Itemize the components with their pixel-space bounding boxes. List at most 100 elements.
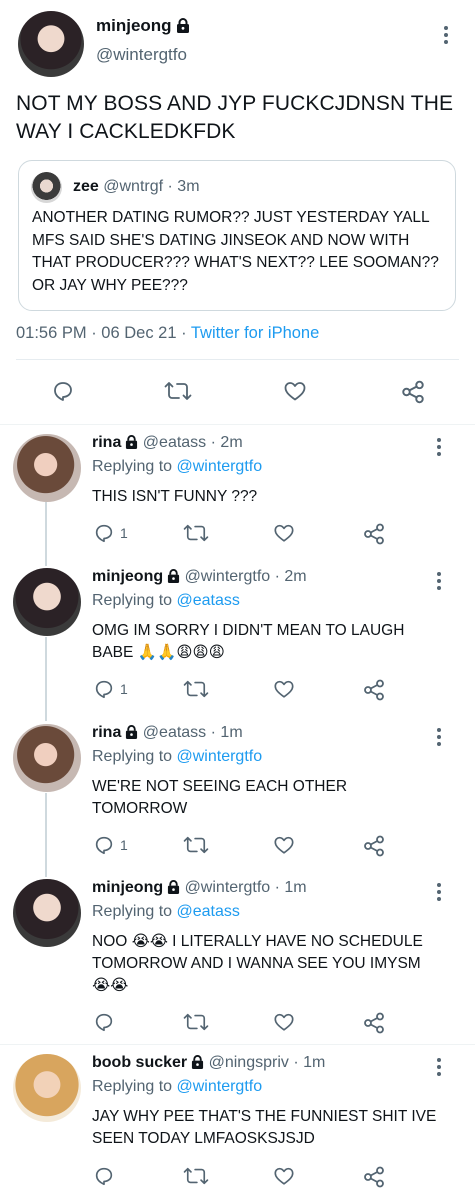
like-button[interactable] <box>272 1165 296 1187</box>
reply-author-handle: @ningspriv <box>208 1054 289 1071</box>
quoted-tweet[interactable]: zee @wntrgf · 3m ANOTHER DATING RUMOR?? … <box>18 160 456 311</box>
more-vertical-icon[interactable] <box>436 883 442 903</box>
like-button[interactable] <box>282 379 308 403</box>
avatar[interactable] <box>13 724 81 792</box>
heart-icon <box>274 1167 294 1185</box>
reply-author-name: boob sucker <box>92 1054 188 1071</box>
reply-author[interactable]: minjeong @wintergtfo · 2m <box>92 568 307 586</box>
replying-to: Replying to @eatass <box>92 592 240 610</box>
share-button[interactable] <box>362 1011 386 1035</box>
reply-time: · 1m <box>293 1054 326 1071</box>
reply-tweet[interactable]: minjeong @wintergtfo · 1m Replying to @e… <box>0 879 475 1035</box>
reply-icon <box>95 1167 113 1186</box>
retweet-button[interactable] <box>183 1165 209 1187</box>
share-button[interactable] <box>400 379 426 405</box>
like-button[interactable] <box>272 1011 296 1033</box>
replying-to-label: Replying to <box>92 458 173 475</box>
replying-to-handle[interactable]: @wintergtfo <box>177 1078 263 1095</box>
reply-tweet[interactable]: rina @eatass · 2m Replying to @wintergtf… <box>0 434 475 554</box>
retweet-icon <box>164 382 192 400</box>
reply-icon <box>95 836 113 855</box>
retweet-icon <box>183 680 209 698</box>
more-vertical-icon[interactable] <box>436 728 442 748</box>
more-vertical-icon[interactable] <box>443 26 449 46</box>
quote-author-handle: @wntrgf <box>103 178 164 195</box>
share-icon <box>364 1166 384 1188</box>
tweet-meta: 01:56 PM · 06 Dec 21 · Twitter for iPhon… <box>16 324 319 343</box>
reply-count: 1 <box>120 525 128 541</box>
avatar[interactable] <box>13 1054 81 1122</box>
reply-author[interactable]: rina @eatass · 2m <box>92 434 243 452</box>
retweet-icon <box>183 1167 209 1185</box>
avatar[interactable] <box>13 434 81 502</box>
reply-author[interactable]: rina @eatass · 1m <box>92 724 243 742</box>
like-button[interactable] <box>272 678 296 700</box>
reply-time: · 2m <box>274 568 307 585</box>
reply-author[interactable]: minjeong @wintergtfo · 1m <box>92 879 307 897</box>
more-vertical-icon[interactable] <box>436 438 442 458</box>
reply-button[interactable] <box>92 1165 116 1187</box>
reply-icon <box>95 1013 113 1032</box>
avatar[interactable] <box>18 11 84 77</box>
divider <box>16 359 459 360</box>
share-button[interactable] <box>362 1165 386 1189</box>
like-button[interactable] <box>272 834 296 856</box>
lock-icon <box>192 1055 204 1069</box>
reply-author-handle: @wintergtfo <box>184 879 271 896</box>
reply-author[interactable]: boob sucker @ningspriv · 1m <box>92 1054 325 1072</box>
replying-to-handle[interactable]: @wintergtfo <box>177 458 263 475</box>
avatar <box>31 172 62 203</box>
quote-text: ANOTHER DATING RUMOR?? JUST YESTERDAY YA… <box>32 209 439 294</box>
retweet-button[interactable] <box>183 834 209 856</box>
author-name-text: minjeong <box>96 16 172 35</box>
reply-author-handle: @eatass <box>142 434 207 451</box>
reply-button[interactable] <box>50 379 76 403</box>
heart-icon <box>274 524 294 542</box>
replying-to-label: Replying to <box>92 748 173 765</box>
reply-tweet[interactable]: rina @eatass · 1m Replying to @wintergtf… <box>0 724 475 864</box>
replying-to-handle[interactable]: @eatass <box>177 903 240 920</box>
reply-time: · 1m <box>210 724 243 741</box>
retweet-button[interactable] <box>183 1011 209 1033</box>
lock-icon <box>168 880 180 894</box>
share-icon <box>402 380 424 404</box>
reply-tweet[interactable]: minjeong @wintergtfo · 2m Replying to @e… <box>0 568 475 708</box>
quote-time: · 3m <box>167 178 200 195</box>
author-handle[interactable]: @wintergtfo <box>96 45 187 65</box>
replying-to: Replying to @wintergtfo <box>92 748 262 766</box>
reply-button[interactable]: 1 <box>92 678 128 700</box>
tweet-source-link[interactable]: Twitter for iPhone <box>191 324 319 342</box>
more-vertical-icon[interactable] <box>436 1058 442 1078</box>
avatar[interactable] <box>13 568 81 636</box>
retweet-icon <box>183 524 209 542</box>
reply-count: 1 <box>120 681 128 697</box>
share-icon <box>364 679 384 701</box>
reply-button[interactable]: 1 <box>92 522 128 544</box>
replying-to: Replying to @wintergtfo <box>92 1078 262 1096</box>
retweet-button[interactable] <box>164 379 192 403</box>
reply-button[interactable] <box>92 1011 116 1033</box>
replying-to-label: Replying to <box>92 592 173 609</box>
retweet-button[interactable] <box>183 522 209 544</box>
heart-icon <box>284 382 306 401</box>
reply-icon <box>54 382 72 401</box>
divider <box>0 1044 475 1045</box>
replying-to-handle[interactable]: @wintergtfo <box>177 748 263 765</box>
reply-tweet[interactable]: boob sucker @ningspriv · 1m Replying to … <box>0 1054 475 1200</box>
like-button[interactable] <box>272 522 296 544</box>
reply-button[interactable]: 1 <box>92 834 128 856</box>
lock-icon <box>126 435 138 449</box>
replying-to: Replying to @wintergtfo <box>92 458 262 476</box>
author-name[interactable]: minjeong <box>96 16 190 36</box>
avatar[interactable] <box>13 879 81 947</box>
retweet-button[interactable] <box>183 678 209 700</box>
share-button[interactable] <box>362 834 386 858</box>
replying-to-handle[interactable]: @eatass <box>177 592 240 609</box>
main-tweet: minjeong @wintergtfo NOT MY BOSS AND JYP… <box>0 0 475 424</box>
reply-text: NOO 😭😭 I LITERALLY HAVE NO SCHEDULE TOMO… <box>92 933 423 994</box>
reply-text: OMG IM SORRY I DIDN'T MEAN TO LAUGH BABE… <box>92 622 405 661</box>
quote-author-name: zee <box>73 178 99 195</box>
share-button[interactable] <box>362 522 386 546</box>
share-button[interactable] <box>362 678 386 702</box>
more-vertical-icon[interactable] <box>436 572 442 592</box>
